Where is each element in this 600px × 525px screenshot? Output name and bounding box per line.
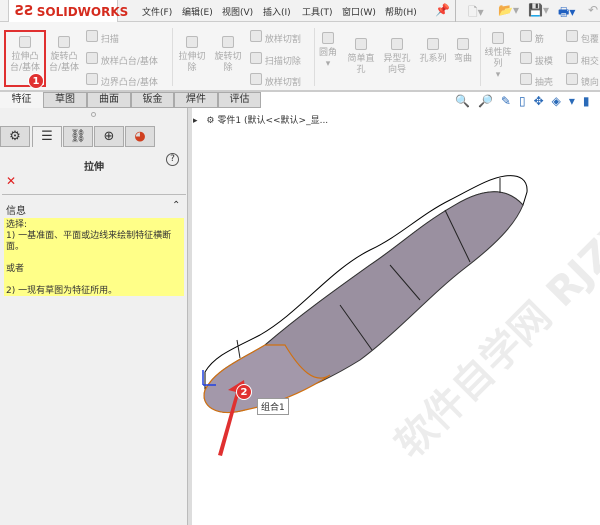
step-marker-2: 2 (236, 384, 252, 400)
tooltip: 组合1 (257, 398, 289, 415)
graphics-area[interactable] (0, 0, 600, 525)
